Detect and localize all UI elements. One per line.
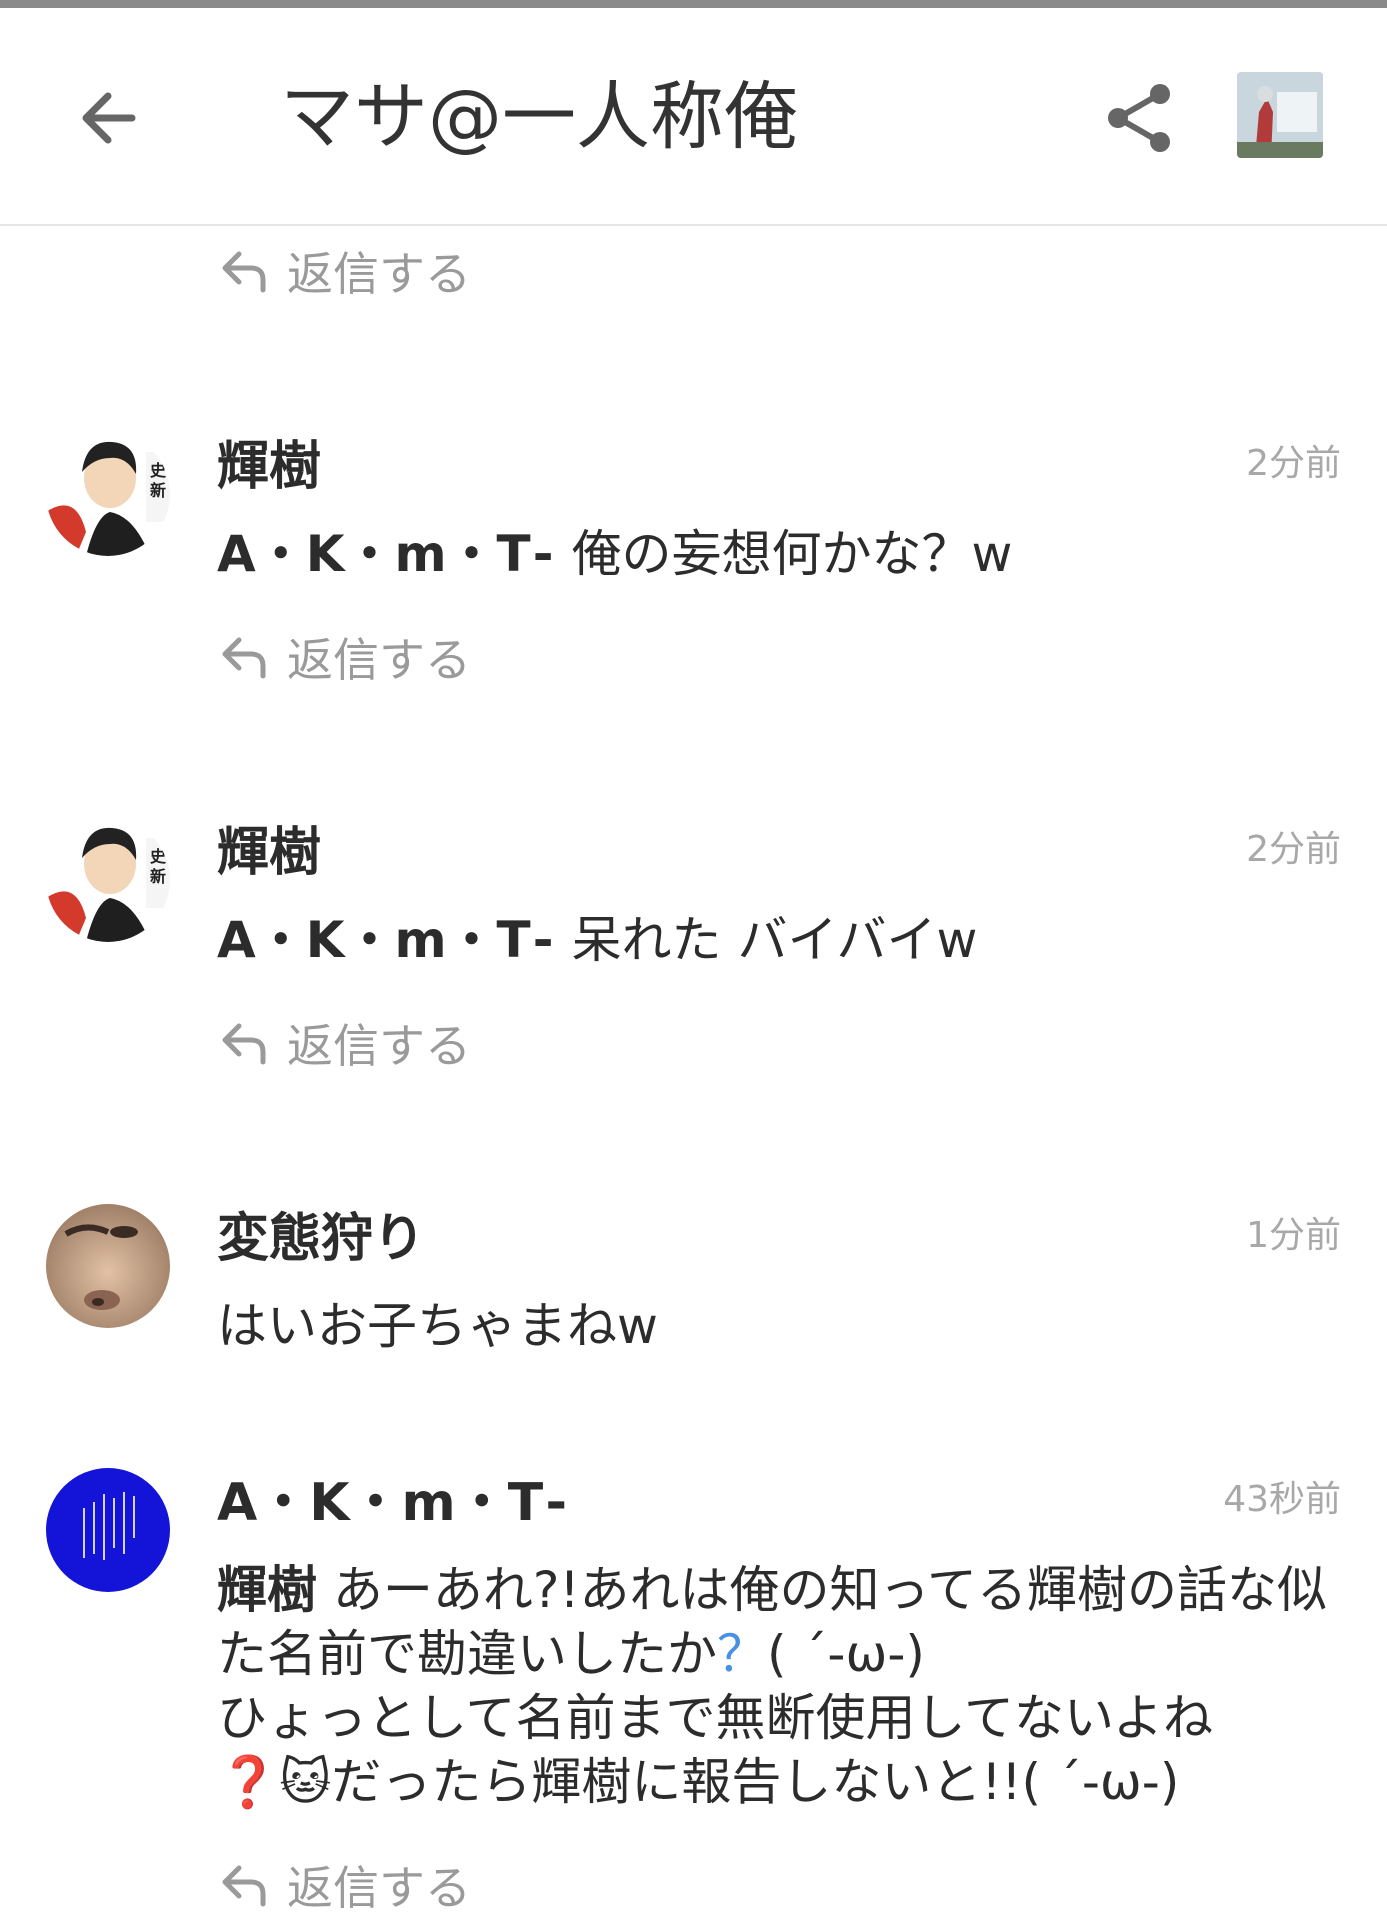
reply-arrow-icon	[222, 1865, 266, 1907]
avatar[interactable]	[46, 1468, 170, 1592]
page-title: マサ@一人称俺	[280, 74, 798, 160]
reply-label: 返信する	[287, 1861, 471, 1915]
comment-time: 2分前	[1246, 829, 1341, 870]
avatar[interactable]: 史 新	[46, 818, 170, 942]
mention-link[interactable]: 輝樹	[217, 1561, 317, 1619]
comment-text: ( ´-ω-)	[767, 1625, 925, 1683]
back-arrow-icon	[82, 92, 136, 144]
svg-text:新: 新	[150, 867, 166, 886]
comment-text: だったら輝樹に報告しないと!!( ´-ω-)	[331, 1753, 1180, 1811]
comment-time: 1分前	[1246, 1215, 1341, 1256]
avatar[interactable]	[46, 1204, 170, 1328]
svg-text:史: 史	[150, 847, 167, 866]
comment-author[interactable]: 変態狩り	[217, 1196, 425, 1271]
reply-arrow-icon	[222, 637, 266, 679]
app-header: マサ@一人称俺	[0, 8, 1387, 226]
comment-body: 輝樹 あーあれ?!あれは俺の知ってる輝樹の話な似た名前で勘違いしたか？( ´-ω…	[217, 1558, 1327, 1814]
comment-author[interactable]: 輝樹	[217, 810, 321, 885]
mention-link[interactable]: A・K・m・T⁃	[217, 911, 556, 969]
comment-text: 俺の妄想何かな？w	[571, 525, 1013, 583]
reply-button[interactable]: 返信する	[217, 1852, 471, 1918]
reply-arrow-icon	[222, 1023, 266, 1065]
cat-face-icon: 🐱	[279, 1753, 332, 1811]
comment-body: A・K・m・T⁃ 呆れた バイバイw	[217, 908, 977, 972]
svg-text:新: 新	[150, 481, 166, 500]
comment-text: はいお子ちゃまねw	[217, 1297, 658, 1355]
reply-label: 返信する	[287, 1019, 471, 1073]
face-photo-avatar-icon	[46, 1204, 170, 1328]
status-bar	[0, 0, 1387, 8]
header-thumbnail-image[interactable]	[1237, 72, 1323, 158]
comment-text: ひょっとして名前まで無断使用してないよね	[217, 1689, 1213, 1747]
share-button[interactable]	[1100, 78, 1180, 158]
share-icon	[1108, 84, 1170, 152]
illustrated-man-avatar-icon: 史 新	[46, 432, 170, 556]
comment-author[interactable]: 輝樹	[217, 424, 321, 499]
comment-time: 43秒前	[1223, 1479, 1341, 1520]
blue-poem-avatar-icon	[46, 1468, 170, 1592]
illustrated-man-avatar-icon: 史 新	[46, 818, 170, 942]
comment-text: 呆れた バイバイw	[571, 911, 978, 969]
reply-button[interactable]: 返信する	[217, 238, 471, 304]
avatar[interactable]: 史 新	[46, 432, 170, 556]
red-question-mark-icon: ❓	[217, 1753, 280, 1811]
reply-arrow-icon	[222, 251, 266, 293]
comment-time: 2分前	[1246, 443, 1341, 484]
thumbnail-figure-icon	[1237, 72, 1323, 158]
reply-button[interactable]: 返信する	[217, 624, 471, 690]
mention-link[interactable]: A・K・m・T⁃	[217, 525, 556, 583]
comment-body: はいお子ちゃまねw	[217, 1294, 658, 1358]
reply-label: 返信する	[287, 633, 471, 687]
reply-label: 返信する	[287, 247, 471, 301]
comment-author[interactable]: A・K・m・T⁃	[217, 1460, 569, 1535]
comment-body: A・K・m・T⁃ 俺の妄想何かな？w	[217, 522, 1012, 586]
back-button[interactable]	[70, 78, 150, 158]
reply-button[interactable]: 返信する	[217, 1010, 471, 1076]
question-mark-icon: ？	[717, 1625, 767, 1683]
svg-text:史: 史	[150, 461, 167, 480]
